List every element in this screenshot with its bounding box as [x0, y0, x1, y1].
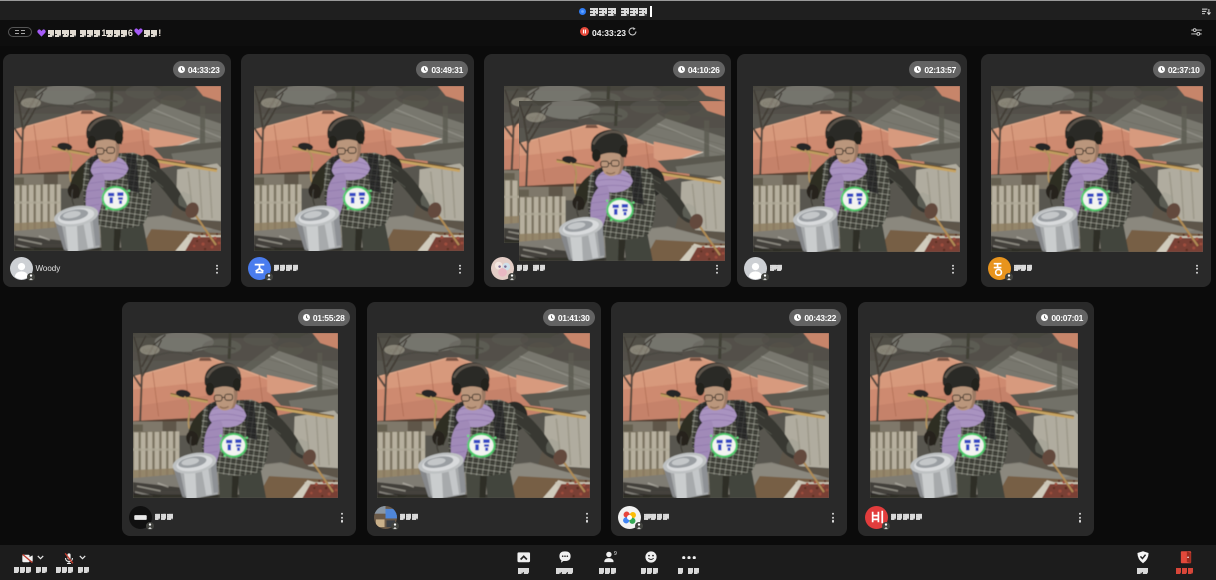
svg-text:9: 9 [614, 551, 617, 557]
